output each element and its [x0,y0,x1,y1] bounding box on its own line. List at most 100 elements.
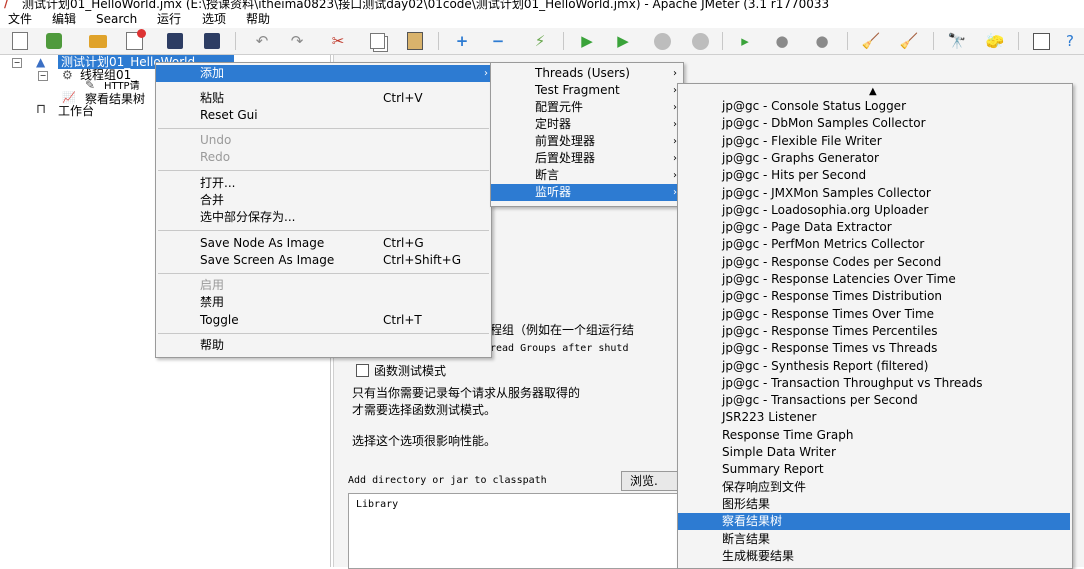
listener-item[interactable]: Summary Report [678,461,1070,478]
new-icon[interactable] [10,31,30,51]
menu-item-open-label: 打开... [200,176,236,190]
menu-item-redo[interactable]: Redo [156,149,491,166]
menu-item-save-screen-image[interactable]: Save Screen As Image Ctrl+Shift+G [156,252,491,269]
listener-item[interactable]: jp@gc - Hits per Second [678,167,1070,184]
menu-file[interactable]: 文件 [8,11,32,27]
submenu-item-post-processor[interactable]: 后置处理器 › [491,150,683,167]
menu-item-save-selection[interactable]: 选中部分保存为... [156,209,491,226]
listener-item[interactable]: jp@gc - Synthesis Report (filtered) [678,358,1070,375]
listener-item[interactable]: jp@gc - Response Times Over Time [678,306,1070,323]
submenu-item-pre-processor-label: 前置处理器 [535,134,596,148]
redo-icon[interactable]: ↷ [287,31,307,51]
collapse-plan-icon[interactable]: − [12,58,22,68]
undo-icon[interactable]: ↶ [252,31,272,51]
scroll-up-arrow-icon[interactable]: ▲ [869,86,877,97]
clear-all-icon[interactable]: 🧹 [899,31,919,51]
listener-item[interactable]: jp@gc - Response Latencies Over Time [678,271,1070,288]
listener-item[interactable]: jp@gc - PerfMon Metrics Collector [678,236,1070,253]
search-icon[interactable]: 🔭 [947,31,967,51]
menu-search[interactable]: Search [96,11,137,27]
collapse-thread-group-icon[interactable]: − [38,71,48,81]
open-icon[interactable] [88,31,108,51]
listener-item[interactable]: 图形结果 [678,496,1070,513]
tree-item-view-results-tree[interactable]: 察看结果树 [85,92,155,106]
submenu-item-timer[interactable]: 定时器 › [491,116,683,133]
reset-search-icon[interactable]: 🧽 [985,31,1005,51]
listener-item[interactable]: jp@gc - Flexible File Writer [678,133,1070,150]
submenu-item-threads-label: Threads (Users) [535,66,630,80]
shutdown-icon[interactable] [690,31,710,51]
listener-item[interactable]: jp@gc - Response Times Distribution [678,288,1070,305]
start-icon[interactable]: ▶ [577,31,597,51]
templates-icon[interactable] [44,31,64,51]
listener-item[interactable]: jp@gc - Loadosophia.org Uploader [678,202,1070,219]
menu-item-disable[interactable]: 禁用 [156,294,491,311]
remote-start-icon[interactable]: ▸ [735,31,755,51]
library-column-header: Library [356,499,399,510]
menu-item-merge[interactable]: 合并 [156,192,491,209]
listener-item[interactable]: 察看结果树 [678,513,1070,531]
menu-help[interactable]: 帮助 [246,11,270,27]
function-helper-icon[interactable] [1031,31,1051,51]
listener-item[interactable]: 断言结果 [678,531,1070,548]
menu-item-enable[interactable]: 启用 [156,277,491,294]
submenu-item-pre-processor[interactable]: 前置处理器 › [491,133,683,150]
listener-item[interactable]: jp@gc - Page Data Extractor [678,219,1070,236]
listener-item[interactable]: JSR223 Listener [678,409,1070,426]
submenu-item-test-fragment[interactable]: Test Fragment › [491,82,683,99]
menu-options[interactable]: 选项 [202,11,226,27]
submenu-item-assertions[interactable]: 断言 › [491,167,683,184]
listener-item[interactable]: 保存响应到文件 [678,479,1070,496]
listener-item-label: jp@gc - Hits per Second [722,168,867,183]
stop-icon[interactable] [652,31,672,51]
submenu-arrow-icon: › [673,68,677,79]
listener-item[interactable]: jp@gc - Response Times Percentiles [678,323,1070,340]
start-no-pause-icon[interactable]: ▶ [613,31,633,51]
menu-item-paste[interactable]: 粘贴 Ctrl+V [156,90,491,107]
performance-note: 选择这个选项很影响性能。 [352,434,497,448]
listener-item[interactable]: jp@gc - Transactions per Second [678,392,1070,409]
menu-item-add[interactable]: 添加 › [156,65,491,82]
toggle-icon[interactable]: ⚡ [530,31,550,51]
remote-stop-icon[interactable]: ● [772,31,792,51]
listener-item[interactable]: jp@gc - JMXMon Samples Collector [678,185,1070,202]
save-icon[interactable] [165,31,185,51]
menu-item-save-node-image[interactable]: Save Node As Image Ctrl+G [156,235,491,252]
menu-item-toggle[interactable]: Toggle Ctrl+T [156,312,491,329]
library-table[interactable]: Library [348,493,682,569]
menu-item-enable-label: 启用 [200,278,225,292]
menu-item-help[interactable]: 帮助 [156,337,491,354]
menu-item-undo[interactable]: Undo [156,132,491,149]
listener-item[interactable]: Simple Data Writer [678,444,1070,461]
listener-item[interactable]: Response Time Graph [678,427,1070,444]
help-icon[interactable]: ? [1060,31,1080,51]
listener-item[interactable]: jp@gc - Transaction Throughput vs Thread… [678,375,1070,392]
submenu-item-threads[interactable]: Threads (Users) › [491,65,683,82]
menu-item-reset-gui[interactable]: Reset Gui [156,107,491,124]
listener-item[interactable]: 生成概要结果 [678,548,1070,565]
close-icon[interactable] [124,29,146,51]
copy-icon[interactable] [367,31,387,51]
remote-shutdown-icon[interactable]: ● [812,31,832,51]
listener-item[interactable]: jp@gc - Response Times vs Threads [678,340,1070,357]
tree-item-workbench[interactable]: 工作台 [58,104,94,118]
listener-item-label: 生成概要结果 [722,548,795,563]
listener-item[interactable]: jp@gc - Graphs Generator [678,150,1070,167]
paste-icon[interactable] [405,31,425,51]
listener-item-label: jp@gc - JMXMon Samples Collector [722,185,931,200]
menu-item-open[interactable]: 打开... [156,175,491,192]
listener-item[interactable]: jp@gc - Console Status Logger [678,98,1070,115]
listener-item[interactable]: jp@gc - DbMon Samples Collector [678,115,1070,132]
listener-item[interactable]: jp@gc - Response Codes per Second [678,254,1070,271]
menu-edit[interactable]: 编辑 [52,11,76,27]
clear-icon[interactable]: 🧹 [861,31,881,51]
menu-run[interactable]: 运行 [157,11,181,27]
functional-mode-checkbox[interactable] [356,364,369,377]
submenu-item-config-element[interactable]: 配置元件 › [491,99,683,116]
expand-icon[interactable]: + [452,31,472,51]
collapse-icon[interactable]: − [488,31,508,51]
workbench-icon: ⊓ [36,102,47,117]
save-as-icon[interactable] [202,31,222,51]
submenu-item-listener[interactable]: 监听器 › [491,184,683,201]
cut-icon[interactable]: ✂ [328,31,348,51]
